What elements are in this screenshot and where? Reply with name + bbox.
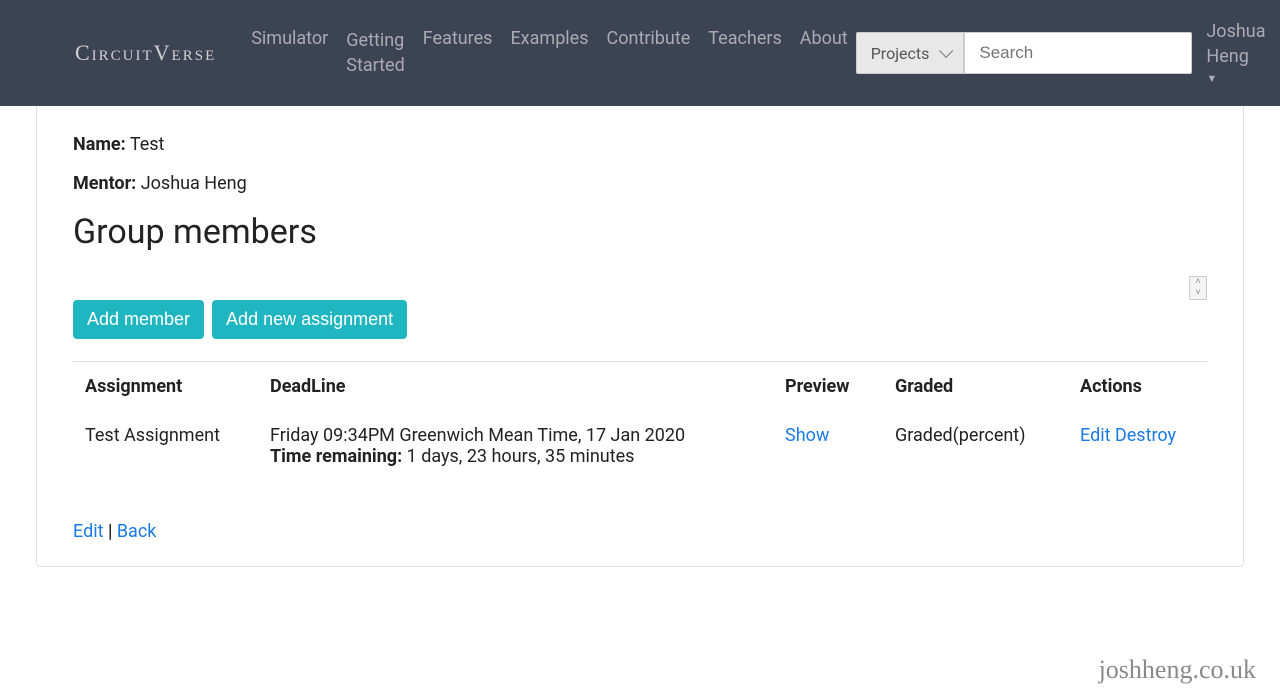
th-graded: Graded — [883, 362, 1068, 412]
cell-assignment-name: Test Assignment — [73, 411, 258, 481]
search-scope-dropdown[interactable]: Projects — [856, 32, 965, 74]
watermark: joshheng.co.uk — [1099, 655, 1256, 685]
nav-getting-started[interactable]: Getting Started — [346, 28, 405, 78]
th-deadline: DeadLine — [258, 362, 773, 412]
th-preview: Preview — [773, 362, 883, 412]
th-actions: Actions — [1068, 362, 1207, 412]
add-assignment-button[interactable]: Add new assignment — [212, 300, 407, 339]
group-name-value: Test — [130, 134, 165, 155]
number-spinner[interactable]: ˄ ˅ — [1189, 276, 1207, 300]
cell-preview: Show — [773, 411, 883, 481]
th-assignment: Assignment — [73, 362, 258, 412]
group-mentor-label: Mentor: — [73, 173, 136, 194]
nav-links: Simulator Getting Started Features Examp… — [251, 28, 847, 78]
nav-getting-started-line2: Started — [346, 53, 405, 78]
deadline-date: Friday 09:34PM Greenwich Mean Time, 17 J… — [270, 425, 685, 446]
assignments-table: Assignment DeadLine Preview Graded Actio… — [73, 361, 1207, 481]
time-remaining-value: 1 days, 23 hours, 35 minutes — [407, 446, 635, 467]
nav-examples[interactable]: Examples — [510, 28, 588, 49]
show-link[interactable]: Show — [785, 425, 829, 446]
user-name-line1: Joshua — [1206, 21, 1265, 42]
back-link[interactable]: Back — [117, 521, 157, 542]
search-scope-label: Projects — [871, 44, 930, 63]
bottom-links: Edit | Back — [73, 521, 1207, 542]
chevron-down-icon — [939, 44, 953, 58]
edit-group-link[interactable]: Edit — [73, 521, 103, 542]
search-input[interactable] — [964, 32, 1192, 74]
navbar: CircuitVerse Simulator Getting Started F… — [0, 0, 1280, 106]
search-group: Projects — [856, 32, 1193, 74]
nav-getting-started-line1: Getting — [346, 28, 405, 53]
nav-contribute[interactable]: Contribute — [607, 28, 691, 49]
cell-actions: Edit Destroy — [1068, 411, 1207, 481]
action-buttons: Add member Add new assignment — [73, 300, 1207, 339]
brand-logo[interactable]: CircuitVerse — [75, 40, 216, 66]
nav-simulator[interactable]: Simulator — [251, 28, 328, 49]
group-name-label: Name: — [73, 134, 126, 155]
nav-features[interactable]: Features — [423, 28, 493, 49]
group-mentor-value: Joshua Heng — [141, 173, 247, 194]
edit-assignment-link[interactable]: Edit — [1080, 425, 1110, 446]
group-members-heading: Group members — [73, 212, 1207, 252]
add-member-button[interactable]: Add member — [73, 300, 204, 339]
user-name-line2: Heng — [1206, 46, 1248, 67]
group-panel: Name: Test Mentor: Joshua Heng Group mem… — [36, 106, 1244, 567]
time-remaining-label: Time remaining: — [270, 446, 402, 467]
table-row: Test Assignment Friday 09:34PM Greenwich… — [73, 411, 1207, 481]
caret-down-icon: ▼ — [1206, 71, 1265, 86]
spinner-down-icon[interactable]: ˅ — [1190, 288, 1206, 299]
separator: | — [103, 521, 116, 542]
table-header-row: Assignment DeadLine Preview Graded Actio… — [73, 362, 1207, 412]
user-menu[interactable]: Joshua Heng ▼ — [1206, 19, 1265, 87]
destroy-assignment-link[interactable]: Destroy — [1115, 425, 1176, 446]
group-mentor-line: Mentor: Joshua Heng — [73, 173, 1207, 194]
nav-teachers[interactable]: Teachers — [708, 28, 781, 49]
spinner-up-icon[interactable]: ˄ — [1190, 277, 1206, 288]
group-name-line: Name: Test — [73, 134, 1207, 155]
cell-graded: Graded(percent) — [883, 411, 1068, 481]
cell-deadline: Friday 09:34PM Greenwich Mean Time, 17 J… — [258, 411, 773, 481]
nav-about[interactable]: About — [800, 28, 848, 49]
